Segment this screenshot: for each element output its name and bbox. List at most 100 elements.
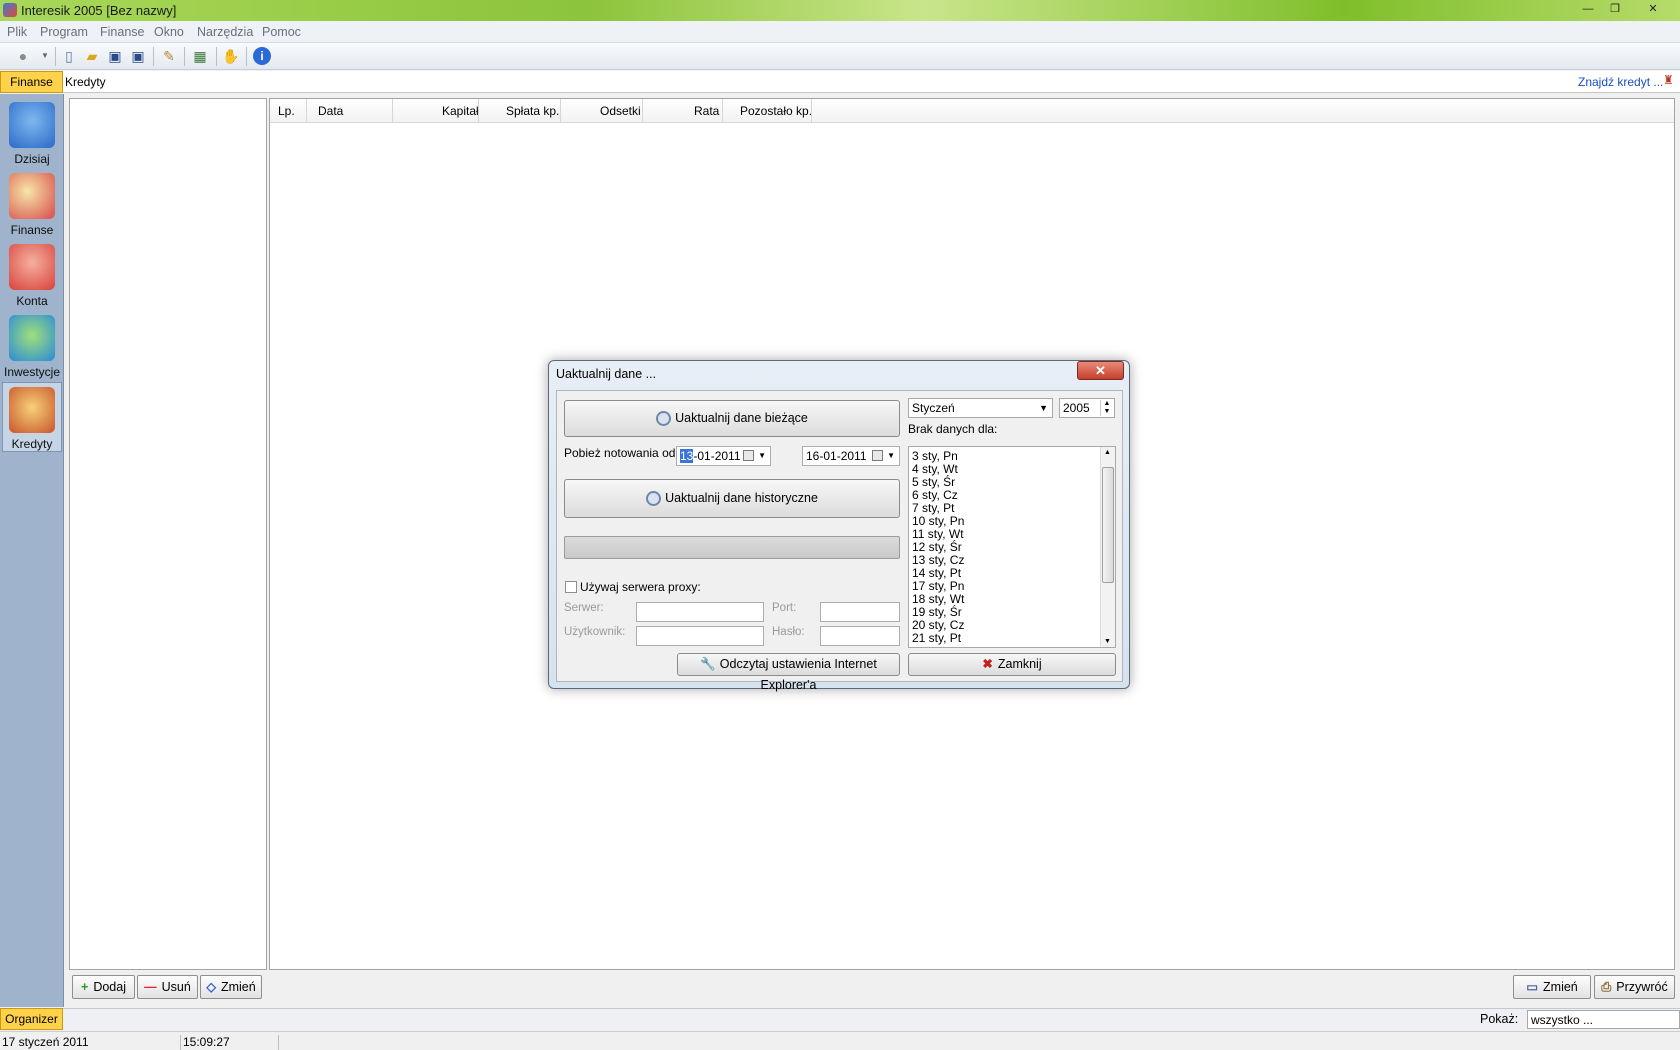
x-icon: ✖: [982, 657, 993, 671]
minimize-button[interactable]: —: [1578, 2, 1598, 18]
month-select[interactable]: Styczeń ▼: [908, 398, 1053, 418]
calendar-icon: [872, 450, 883, 461]
tools-icon[interactable]: ✎: [160, 47, 178, 65]
globe-icon: [9, 315, 55, 361]
restore-data-button[interactable]: ⎙ Przywróć: [1594, 975, 1675, 999]
user-label: Użytkownik:: [564, 626, 626, 638]
menu-okno[interactable]: Okno: [154, 25, 184, 39]
spin-icon[interactable]: ▲ ▼: [1100, 400, 1113, 416]
new-file-icon[interactable]: ▯: [60, 47, 78, 65]
page-title: Kredyty: [65, 75, 106, 89]
column-rata[interactable]: Rata: [694, 104, 719, 118]
nodata-list[interactable]: 3 sty, Pn 4 sty, Wt 5 sty, Śr 6 sty, Cz 7 st…: [908, 446, 1116, 648]
list-scrollbar[interactable]: ▲ ▼: [1100, 447, 1115, 647]
column-data[interactable]: Data: [318, 104, 343, 118]
gift-box-icon: [9, 244, 55, 290]
info-icon[interactable]: i: [253, 47, 271, 65]
toolbar: ● ▼ ▯ ▰ ▣ ▣ ✎ ▦ ✋ i: [0, 43, 1680, 70]
sidebar-item-label: Kredyty: [11, 437, 53, 451]
sidebar-item-konta[interactable]: Konta: [2, 240, 62, 310]
grid-header: Lp. Data Kapitał Spłata kp. Odsetki Rata…: [270, 99, 1674, 123]
sidebar-item-label: Konta: [16, 294, 48, 308]
port-input[interactable]: [820, 602, 900, 622]
scroll-thumb[interactable]: [1102, 467, 1114, 583]
password-input[interactable]: [820, 626, 900, 646]
window-title: Interesik 2005 [Bez nazwy]: [21, 3, 177, 18]
column-splata[interactable]: Spłata kp.: [506, 104, 559, 118]
edit-window-icon: ▭: [1526, 980, 1539, 994]
open-folder-icon[interactable]: ▰: [83, 47, 101, 65]
show-filter-select[interactable]: wszystko ...: [1527, 1010, 1680, 1029]
nodata-label: Brak danych dla:: [908, 422, 998, 436]
app-icon: [3, 3, 17, 17]
back-icon[interactable]: ●: [14, 47, 32, 65]
dialog-title: Uaktualnij dane ...: [556, 367, 657, 381]
menu-narzedzia[interactable]: Narzędzia: [197, 25, 253, 39]
gear-icon: [646, 491, 662, 507]
menu-finanse[interactable]: Finanse: [100, 25, 144, 39]
update-current-button[interactable]: Uaktualnij dane bieżące: [564, 400, 900, 437]
server-input[interactable]: [636, 602, 764, 622]
scroll-down-icon[interactable]: ▼: [1104, 638, 1111, 645]
status-bar: 17 styczeń 2011 15:09:27: [0, 1031, 1680, 1050]
list-item[interactable]: 21 sty, Pt: [909, 632, 1115, 645]
back-dropdown-icon[interactable]: ▼: [36, 47, 54, 65]
house-icon: [9, 102, 55, 148]
date-from-day: 13: [680, 449, 694, 463]
tab-finanse[interactable]: Finanse: [0, 71, 63, 93]
dialog-zamknij-button[interactable]: ✖ Zamknij: [908, 653, 1116, 676]
date-from-picker[interactable]: 13-01-2011 ▼: [676, 446, 771, 466]
restore-icon: ⎙: [1601, 980, 1612, 994]
column-kapital[interactable]: Kapitał: [442, 104, 479, 118]
tree-panel[interactable]: [69, 98, 267, 970]
proxy-checkbox[interactable]: [565, 581, 577, 593]
menu-program[interactable]: Program: [40, 25, 88, 39]
sidebar-item-inwestycje[interactable]: Inwestycje: [2, 311, 62, 381]
close-icon: ✕: [1095, 363, 1106, 378]
restore-button[interactable]: ❐: [1605, 2, 1625, 18]
date-to-value: 16-01-2011: [806, 449, 867, 463]
hand-icon[interactable]: ✋: [222, 47, 240, 65]
calculator-icon: [9, 173, 55, 219]
edit-button[interactable]: ◇ Zmień: [200, 975, 262, 999]
progress-bar: [564, 536, 900, 559]
show-label: Pokaż:: [1480, 1012, 1519, 1026]
year-spinner[interactable]: 2005 ▲ ▼: [1059, 398, 1115, 418]
scroll-up-icon[interactable]: ▲: [1104, 449, 1111, 456]
close-window-button[interactable]: ✕: [1643, 2, 1663, 18]
menu-bar: Plik Program Finanse Okno Narzędzia Pomo…: [0, 21, 1680, 43]
remove-button[interactable]: — Usuń: [137, 975, 198, 999]
read-ie-settings-button[interactable]: 🔧 Odczytaj ustawienia Internet Explorer'a: [677, 653, 900, 692]
status-date: 17 styczeń 2011: [2, 1035, 89, 1049]
column-odsetki[interactable]: Odsetki: [600, 104, 641, 118]
plus-icon: +: [81, 980, 89, 994]
wrench-icon: 🔧: [700, 657, 716, 671]
change-button[interactable]: ▭ Zmień: [1513, 975, 1591, 999]
save-icon[interactable]: ▣: [106, 47, 124, 65]
minus-icon: —: [144, 980, 157, 994]
date-to-picker[interactable]: 16-01-2011 ▼: [802, 446, 900, 466]
find-credit-link[interactable]: Znajdź kredyt ...: [1578, 75, 1663, 89]
update-data-icon[interactable]: ▦: [191, 47, 209, 65]
add-button[interactable]: + Dodaj: [72, 975, 135, 999]
user-input[interactable]: [636, 626, 764, 646]
sidebar-item-finanse[interactable]: Finanse: [2, 169, 62, 239]
sidebar-item-label: Finanse: [10, 223, 54, 237]
status-time: 15:09:27: [183, 1035, 230, 1049]
sidebar-item-kredyty[interactable]: Kredyty: [2, 382, 62, 452]
sidebar-item-dzisiaj[interactable]: Dzisiaj: [2, 98, 62, 168]
column-lp[interactable]: Lp.: [278, 104, 295, 118]
find-credit-icon[interactable]: ♜: [1663, 73, 1677, 89]
dialog-close-button[interactable]: ✕: [1077, 361, 1124, 380]
calendar-icon: [743, 450, 754, 461]
title-bar: Interesik 2005 [Bez nazwy] — ❐ ✕: [0, 0, 1680, 21]
tab-organizer[interactable]: Organizer: [0, 1008, 63, 1030]
menu-pomoc[interactable]: Pomoc: [262, 25, 301, 39]
update-history-button[interactable]: Uaktualnij dane historyczne: [564, 479, 900, 518]
menu-plik[interactable]: Plik: [7, 25, 27, 39]
column-pozostalo[interactable]: Pozostało kp.: [740, 104, 812, 118]
chevron-down-icon: ▼: [758, 451, 766, 460]
save-as-icon[interactable]: ▣: [129, 47, 147, 65]
password-label: Hasło:: [772, 626, 805, 638]
sidebar-item-label: Dzisiaj: [14, 152, 50, 166]
